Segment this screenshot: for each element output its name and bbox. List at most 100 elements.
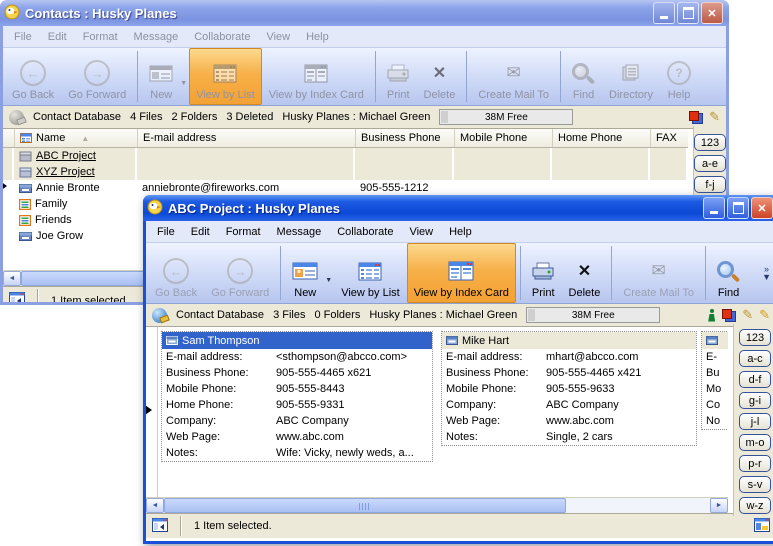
preview-pane-icon[interactable]	[754, 518, 770, 535]
new-dropdown-icon[interactable]: ▼	[180, 80, 187, 87]
scrollbar-thumb[interactable]	[164, 498, 566, 513]
close-button[interactable]: ✕	[701, 2, 723, 24]
layers-icon[interactable]	[689, 111, 703, 124]
menu-format[interactable]: Format	[218, 224, 269, 240]
list-header: Name ▲ E-mail address Business Phone Mob…	[3, 129, 688, 148]
go-back-button[interactable]: ← Go Back	[5, 48, 61, 105]
card-header[interactable]	[702, 332, 728, 349]
go-forward-button[interactable]: → Go Forward	[204, 243, 276, 303]
menu-message[interactable]: Message	[269, 224, 330, 240]
contact-icon	[166, 336, 178, 345]
alpha-tab-123[interactable]: 123	[739, 329, 771, 346]
window-title: ABC Project : Husky Planes	[168, 201, 698, 216]
alpha-tab-p-r[interactable]: p-r	[739, 455, 771, 472]
menu-help[interactable]: Help	[441, 224, 480, 240]
column-email[interactable]: E-mail address	[137, 129, 355, 147]
gold-pen-icon[interactable]: ✎	[759, 307, 770, 323]
panel-toggle-icon[interactable]	[152, 518, 168, 535]
menu-edit[interactable]: Edit	[40, 29, 75, 45]
toolbar-separator	[520, 246, 521, 300]
column-home-phone[interactable]: Home Phone	[552, 129, 650, 147]
find-button[interactable]: Find	[565, 48, 602, 105]
go-forward-button[interactable]: → Go Forward	[61, 48, 133, 105]
alpha-tab-j-l[interactable]: j-l	[739, 413, 771, 430]
create-mail-to-button[interactable]: ✉ Create Mail To	[616, 243, 701, 303]
contact-icon	[706, 336, 718, 345]
person-icon[interactable]	[707, 309, 716, 322]
maximize-button[interactable]	[677, 2, 699, 24]
column-business-phone[interactable]: Business Phone	[355, 129, 454, 147]
column-name[interactable]: Name ▲	[14, 129, 137, 147]
alpha-tab-123[interactable]: 123	[694, 134, 726, 151]
alpha-tab-a-e[interactable]: a-e	[694, 155, 726, 172]
directory-button[interactable]: Directory	[602, 48, 660, 105]
gutter-header	[3, 129, 14, 147]
alpha-tab-a-c[interactable]: a-c	[739, 350, 771, 367]
menu-file[interactable]: File	[149, 224, 183, 240]
delete-button[interactable]: ✕ Delete	[417, 48, 463, 105]
scroll-left-icon[interactable]: ◄	[3, 271, 21, 286]
delete-button[interactable]: ✕ Delete	[562, 243, 608, 303]
alpha-tab-s-v[interactable]: s-v	[739, 476, 771, 493]
layers-icon[interactable]	[722, 309, 736, 322]
minimize-button[interactable]	[703, 197, 725, 219]
column-mobile-phone[interactable]: Mobile Phone	[454, 129, 552, 147]
alpha-tab-w-z[interactable]: w-z	[739, 497, 771, 514]
close-button[interactable]: ✕	[751, 197, 773, 219]
menu-message[interactable]: Message	[126, 29, 187, 45]
menu-collaborate[interactable]: Collaborate	[186, 29, 258, 45]
panel-toggle-icon[interactable]	[9, 292, 25, 302]
new-button[interactable]: New	[285, 243, 325, 303]
card-header[interactable]: Mike Hart	[442, 332, 696, 349]
go-back-button[interactable]: ← Go Back	[148, 243, 204, 303]
alpha-tab-d-f[interactable]: d-f	[739, 371, 771, 388]
menu-file[interactable]: File	[6, 29, 40, 45]
print-button[interactable]: Print	[525, 243, 562, 303]
list-item-annie-bronte[interactable]: Annie Bronte anniebronte@fireworks.com 9…	[3, 180, 688, 196]
card-partial[interactable]: E- Bu Mo Co No	[701, 331, 728, 430]
view-by-index-card-button[interactable]: View by Index Card	[407, 243, 516, 303]
menu-view[interactable]: View	[401, 224, 441, 240]
toolbar-overflow-icon[interactable]: »▼	[759, 243, 773, 303]
view-by-list-button[interactable]: View by List	[334, 243, 407, 303]
menu-edit[interactable]: Edit	[183, 224, 218, 240]
pencil-icon[interactable]: ✎	[742, 307, 753, 323]
scroll-left-icon[interactable]: ◄	[146, 498, 164, 513]
menu-help[interactable]: Help	[298, 29, 337, 45]
new-dropdown-icon[interactable]: ▼	[325, 277, 332, 284]
toolbar-separator	[466, 51, 467, 102]
alpha-tab-f-j[interactable]: f-j	[694, 176, 726, 193]
toolbar-separator	[560, 51, 561, 102]
print-button[interactable]: Print	[380, 48, 417, 105]
toolbar-separator	[611, 246, 612, 300]
column-fax[interactable]: FAX	[650, 129, 688, 147]
scroll-right-icon[interactable]: ►	[710, 498, 728, 513]
card-header[interactable]: Sam Thompson	[162, 332, 432, 349]
alpha-tab-g-i[interactable]: g-i	[739, 392, 771, 409]
status-divider	[37, 289, 39, 302]
name-column-icon	[20, 133, 32, 143]
pencil-icon[interactable]: ✎	[709, 109, 720, 125]
menu-view[interactable]: View	[258, 29, 298, 45]
list-item-abc-project[interactable]: ABC Project	[3, 148, 688, 164]
maximize-button[interactable]	[727, 197, 749, 219]
menu-format[interactable]: Format	[75, 29, 126, 45]
database-icon	[9, 110, 24, 125]
scrollbar-track[interactable]	[566, 498, 710, 513]
find-button[interactable]: Find	[710, 243, 747, 303]
abc-titlebar[interactable]: ABC Project : Husky Planes ✕	[143, 195, 773, 221]
view-by-list-button[interactable]: View by List	[189, 48, 262, 105]
minimize-button[interactable]	[653, 2, 675, 24]
help-button[interactable]: ? Help	[660, 48, 698, 105]
create-mail-to-button[interactable]: ✉ Create Mail To	[471, 48, 556, 105]
new-button[interactable]: New	[142, 48, 180, 105]
menu-collaborate[interactable]: Collaborate	[329, 224, 401, 240]
contact-icon	[19, 231, 32, 241]
alpha-tab-m-o[interactable]: m-o	[739, 434, 771, 451]
horizontal-scrollbar[interactable]: ◄ ►	[146, 497, 728, 513]
card-sam-thompson[interactable]: Sam Thompson E-mail address:<sthompson@a…	[161, 331, 433, 462]
view-by-index-card-button[interactable]: View by Index Card	[262, 48, 371, 105]
list-item-xyz-project[interactable]: XYZ Project	[3, 164, 688, 180]
contacts-titlebar[interactable]: Contacts : Husky Planes ✕	[0, 0, 729, 26]
card-mike-hart[interactable]: Mike Hart E-mail address:mhart@abcco.com…	[441, 331, 697, 446]
